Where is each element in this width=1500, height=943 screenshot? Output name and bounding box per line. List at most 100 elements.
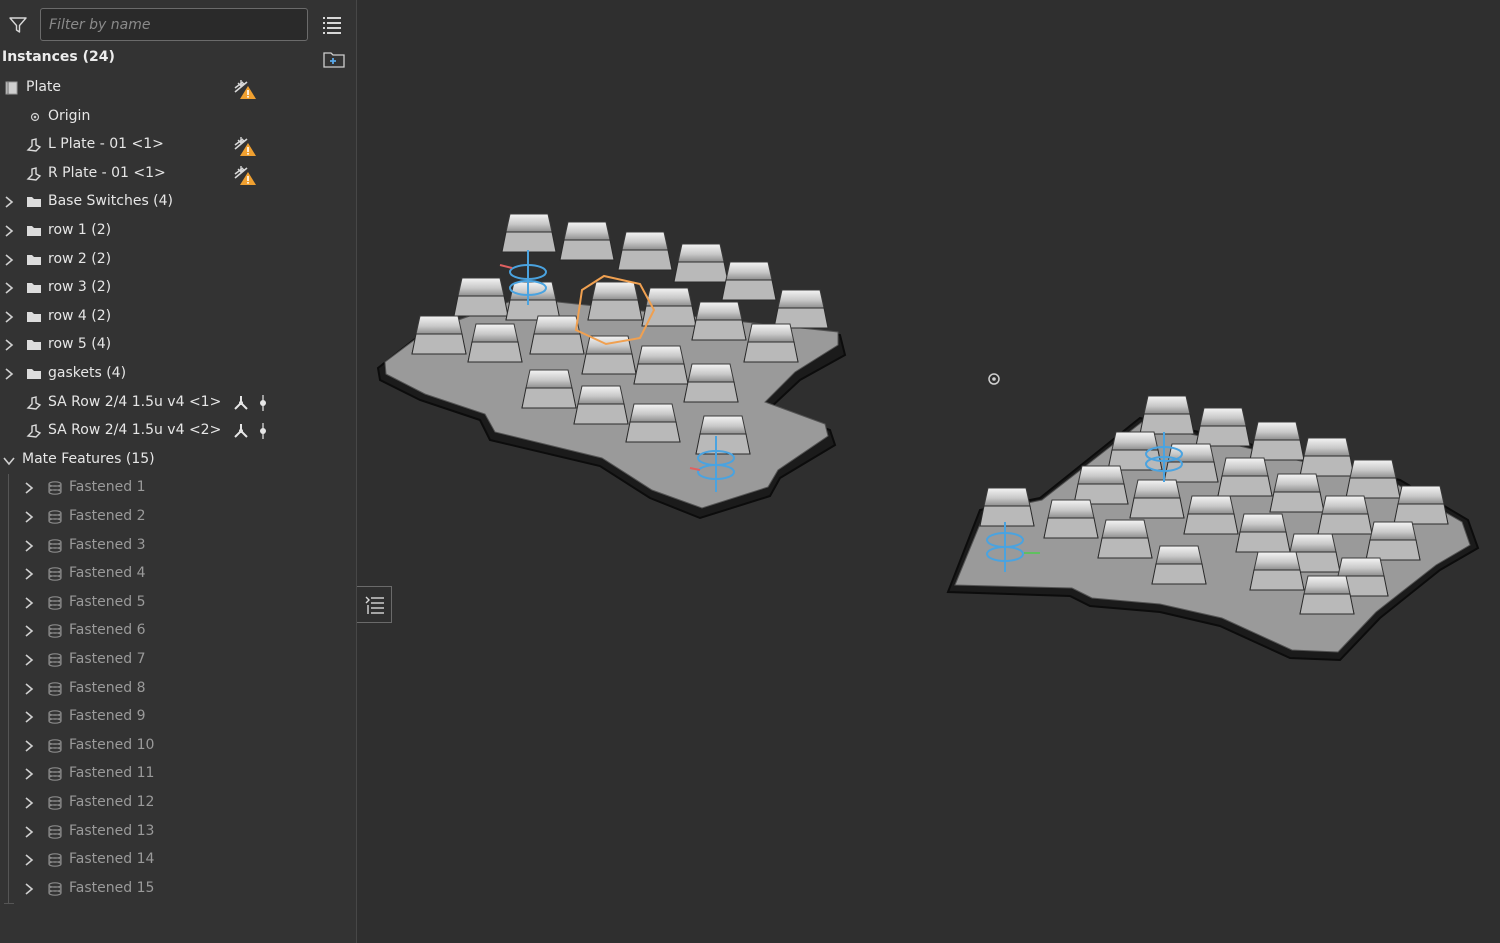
mate-item-label: Fastened 15 (69, 879, 155, 896)
part-icon (26, 423, 42, 439)
mate-item-fastened-8[interactable]: Fastened 8 (0, 675, 356, 703)
fastened-mate-icon (47, 595, 63, 611)
left-keyboard-half[interactable] (376, 213, 847, 520)
chevron-right-icon[interactable] (3, 195, 15, 209)
mate-item-label: Fastened 8 (69, 679, 146, 696)
folder-icon (26, 309, 42, 325)
warning-icon[interactable] (233, 164, 257, 186)
mate-connector-icon[interactable] (232, 422, 250, 440)
tree-item-origin[interactable]: Origin (0, 103, 356, 131)
tree-item-label: row 2 (2) (48, 250, 112, 267)
mate-item-label: Fastened 4 (69, 565, 146, 582)
tree-item-label: row 5 (4) (48, 336, 112, 353)
chevron-right-icon[interactable] (23, 739, 35, 753)
mate-item-fastened-13[interactable]: Fastened 13 (0, 818, 356, 846)
tree-item-row-5-4[interactable]: row 5 (4) (0, 331, 356, 359)
tree-item-row-1-2[interactable]: row 1 (2) (0, 217, 356, 245)
mate-item-fastened-11[interactable]: Fastened 11 (0, 760, 356, 788)
more-options-icon[interactable] (257, 422, 269, 440)
mate-item-label: Fastened 6 (69, 622, 146, 639)
tree-item-sa-row-2-4-1-5u-v4-2[interactable]: SA Row 2/4 1.5u v4 <2> (0, 417, 356, 445)
tree-item-l-plate-01-1[interactable]: L Plate - 01 <1> (0, 131, 356, 159)
tree-item-row-3-2[interactable]: row 3 (2) (0, 274, 356, 302)
tree-item-gaskets-4[interactable]: gaskets (4) (0, 360, 356, 388)
origin-icon (27, 109, 43, 125)
origin-marker[interactable] (988, 373, 1000, 385)
right-keyboard-half[interactable] (946, 395, 1480, 662)
mate-item-fastened-14[interactable]: Fastened 14 (0, 846, 356, 874)
more-options-icon[interactable] (257, 394, 269, 412)
part-studio-icon (4, 80, 20, 96)
filter-icon[interactable] (8, 15, 28, 35)
fastened-mate-icon (47, 881, 63, 897)
chevron-right-icon[interactable] (23, 767, 35, 781)
mate-connector-icon[interactable] (232, 394, 250, 412)
mate-features-header[interactable]: Mate Features (15) (0, 446, 356, 474)
mate-item-label: Fastened 9 (69, 708, 146, 725)
chevron-right-icon[interactable] (3, 367, 15, 381)
fastened-mate-icon (47, 538, 63, 554)
tree-item-label: R Plate - 01 <1> (48, 164, 166, 181)
chevron-right-icon[interactable] (23, 825, 35, 839)
chevron-right-icon[interactable] (23, 653, 35, 667)
chevron-right-icon[interactable] (23, 510, 35, 524)
chevron-right-icon[interactable] (23, 567, 35, 581)
folder-icon (26, 366, 42, 382)
3d-viewport[interactable] (358, 0, 1500, 943)
tree-item-label: row 1 (2) (48, 222, 112, 238)
fastened-mate-icon (47, 509, 63, 525)
chevron-right-icon[interactable] (3, 253, 15, 267)
list-view-icon[interactable] (321, 14, 343, 36)
chevron-right-icon[interactable] (23, 682, 35, 696)
folder-icon (26, 194, 42, 210)
fastened-mate-icon (47, 681, 63, 697)
mate-item-fastened-2[interactable]: Fastened 2 (0, 503, 356, 531)
warning-icon[interactable] (233, 78, 257, 100)
mate-item-label: Fastened 12 (69, 794, 155, 810)
mate-item-fastened-9[interactable]: Fastened 9 (0, 703, 356, 731)
mate-item-fastened-12[interactable]: Fastened 12 (0, 789, 356, 817)
fastened-mate-icon (47, 623, 63, 639)
mate-item-fastened-10[interactable]: Fastened 10 (0, 732, 356, 760)
mate-item-fastened-4[interactable]: Fastened 4 (0, 560, 356, 588)
mate-item-fastened-5[interactable]: Fastened 5 (0, 589, 356, 617)
instance-list-panel: Instances (24) Plate Origin L Plate - 01 <… (0, 0, 357, 943)
mate-item-fastened-6[interactable]: Fastened 6 (0, 617, 356, 645)
fastened-mate-icon (47, 709, 63, 725)
mate-item-fastened-3[interactable]: Fastened 3 (0, 532, 356, 560)
chevron-right-icon[interactable] (23, 624, 35, 638)
tree-item-sa-row-2-4-1-5u-v4-1[interactable]: SA Row 2/4 1.5u v4 <1> (0, 389, 356, 417)
chevron-right-icon[interactable] (23, 596, 35, 610)
part-icon (26, 395, 42, 411)
chevron-right-icon[interactable] (3, 224, 15, 238)
tree-item-plate[interactable]: Plate (0, 74, 356, 102)
chevron-right-icon[interactable] (23, 882, 35, 896)
folder-icon (26, 223, 42, 239)
filter-input[interactable] (40, 8, 308, 41)
tree-item-label: row 3 (2) (48, 279, 112, 296)
folder-icon (26, 252, 42, 268)
mate-item-fastened-15[interactable]: Fastened 15 (0, 875, 356, 903)
tree-item-row-4-2[interactable]: row 4 (2) (0, 303, 356, 331)
warning-icon[interactable] (233, 135, 257, 157)
chevron-right-icon[interactable] (23, 481, 35, 495)
fastened-mate-icon (47, 738, 63, 754)
tree-item-r-plate-01-1[interactable]: R Plate - 01 <1> (0, 160, 356, 188)
chevron-right-icon[interactable] (3, 281, 15, 295)
mate-item-label: Fastened 14 (69, 851, 155, 868)
mate-item-label: Fastened 2 (69, 508, 146, 524)
tree-item-base-switches-4[interactable]: Base Switches (4) (0, 188, 356, 216)
chevron-right-icon[interactable] (23, 710, 35, 724)
tree-item-label: L Plate - 01 <1> (48, 136, 164, 153)
tree-guide-line (8, 474, 9, 904)
chevron-right-icon[interactable] (23, 853, 35, 867)
mate-item-fastened-7[interactable]: Fastened 7 (0, 646, 356, 674)
new-folder-icon[interactable] (322, 49, 346, 69)
chevron-right-icon[interactable] (3, 310, 15, 324)
chevron-right-icon[interactable] (23, 539, 35, 553)
chevron-right-icon[interactable] (23, 796, 35, 810)
tree-item-row-2-2[interactable]: row 2 (2) (0, 246, 356, 274)
mate-item-fastened-1[interactable]: Fastened 1 (0, 474, 356, 502)
chevron-down-icon[interactable] (2, 455, 16, 467)
chevron-right-icon[interactable] (3, 338, 15, 352)
